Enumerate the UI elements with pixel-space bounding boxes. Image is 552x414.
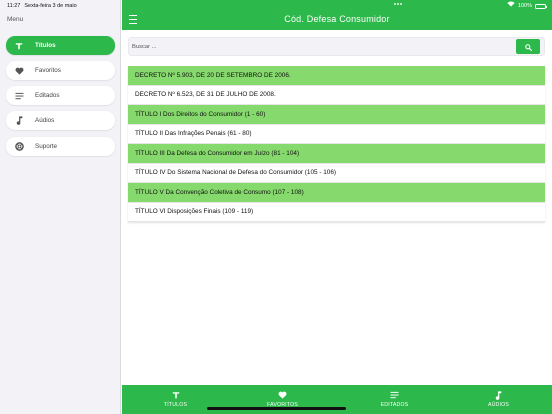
sidebar-item-label: Favoritos bbox=[35, 67, 61, 74]
sidebar-item-titulos[interactable]: Títulos bbox=[6, 36, 115, 55]
lifebuoy-icon bbox=[14, 142, 24, 152]
list-item[interactable]: DECRETO Nº 6.523, DE 31 DE JULHO DE 2008… bbox=[128, 85, 545, 105]
sidebar-item-label: Editados bbox=[35, 92, 60, 99]
battery-icon bbox=[535, 3, 547, 9]
list-item[interactable]: TÍTULO IV Do Sistema Nacional de Defesa … bbox=[128, 163, 545, 183]
list-item[interactable]: TÍTULO I Dos Direitos do Consumidor (1 -… bbox=[128, 105, 545, 125]
status-bar-left: 11:27 Sexta-feira 3 de maio bbox=[7, 1, 77, 11]
sidebar-item-audios[interactable]: Aúdios bbox=[6, 111, 115, 130]
tab-label: AÚDIOS bbox=[487, 402, 510, 408]
sidebar-item-favoritos[interactable]: Favoritos bbox=[6, 61, 115, 80]
titles-list: DECRETO Nº 5.903, DE 20 DE SETEMBRO DE 2… bbox=[128, 66, 545, 222]
music-note-icon bbox=[495, 390, 502, 400]
sidebar-item-label: Títulos bbox=[35, 42, 56, 49]
text-t-icon bbox=[172, 390, 180, 400]
search-bar bbox=[128, 37, 545, 56]
status-time: 11:27 bbox=[7, 3, 21, 9]
tab-audios[interactable]: AÚDIOS bbox=[445, 385, 552, 414]
list-item[interactable]: TÍTULO III Da Defesa do Consumidor em Ju… bbox=[128, 144, 545, 164]
page-title: Cód. Defesa Consumidor bbox=[284, 14, 390, 24]
search-icon bbox=[524, 38, 532, 56]
battery-percent: 100% bbox=[517, 3, 532, 9]
sidebar: Menu Títulos Favoritos Editados Aúdios S… bbox=[0, 0, 121, 414]
tab-editados[interactable]: EDITADOS bbox=[341, 385, 448, 414]
tab-label: TÍTULOS bbox=[163, 402, 188, 408]
heart-icon bbox=[14, 66, 24, 76]
notes-lines-icon bbox=[390, 390, 399, 400]
text-t-icon bbox=[14, 41, 24, 51]
sidebar-title: Menu bbox=[7, 16, 24, 23]
heart-icon bbox=[278, 390, 287, 400]
tab-label: EDITADOS bbox=[380, 402, 409, 408]
sidebar-item-suporte[interactable]: Suporte bbox=[6, 137, 115, 156]
notes-lines-icon bbox=[14, 91, 24, 101]
sidebar-item-label: Suporte bbox=[35, 143, 58, 150]
sidebar-item-label: Aúdios bbox=[35, 117, 55, 124]
list-item[interactable]: TÍTULO VI Disposições Finais (109 - 119) bbox=[128, 202, 545, 222]
search-input[interactable] bbox=[132, 41, 512, 53]
list-item[interactable]: TÍTULO II Das Infrações Penais (61 - 80) bbox=[128, 124, 545, 144]
list-item[interactable]: DECRETO Nº 5.903, DE 20 DE SETEMBRO DE 2… bbox=[128, 66, 545, 86]
app-screen: Menu Títulos Favoritos Editados Aúdios S… bbox=[0, 0, 552, 414]
wifi-icon bbox=[507, 1, 515, 11]
multitasking-dots-icon[interactable] bbox=[394, 3, 402, 5]
sidebar-item-editados[interactable]: Editados bbox=[6, 86, 115, 105]
home-indicator[interactable] bbox=[207, 407, 346, 410]
music-note-icon bbox=[14, 116, 24, 126]
search-button[interactable] bbox=[516, 39, 540, 54]
status-date: Sexta-feira 3 de maio bbox=[24, 3, 77, 9]
list-item[interactable]: TÍTULO V Da Convenção Coletiva de Consum… bbox=[128, 183, 545, 203]
status-bar-right: 100% bbox=[507, 1, 547, 11]
